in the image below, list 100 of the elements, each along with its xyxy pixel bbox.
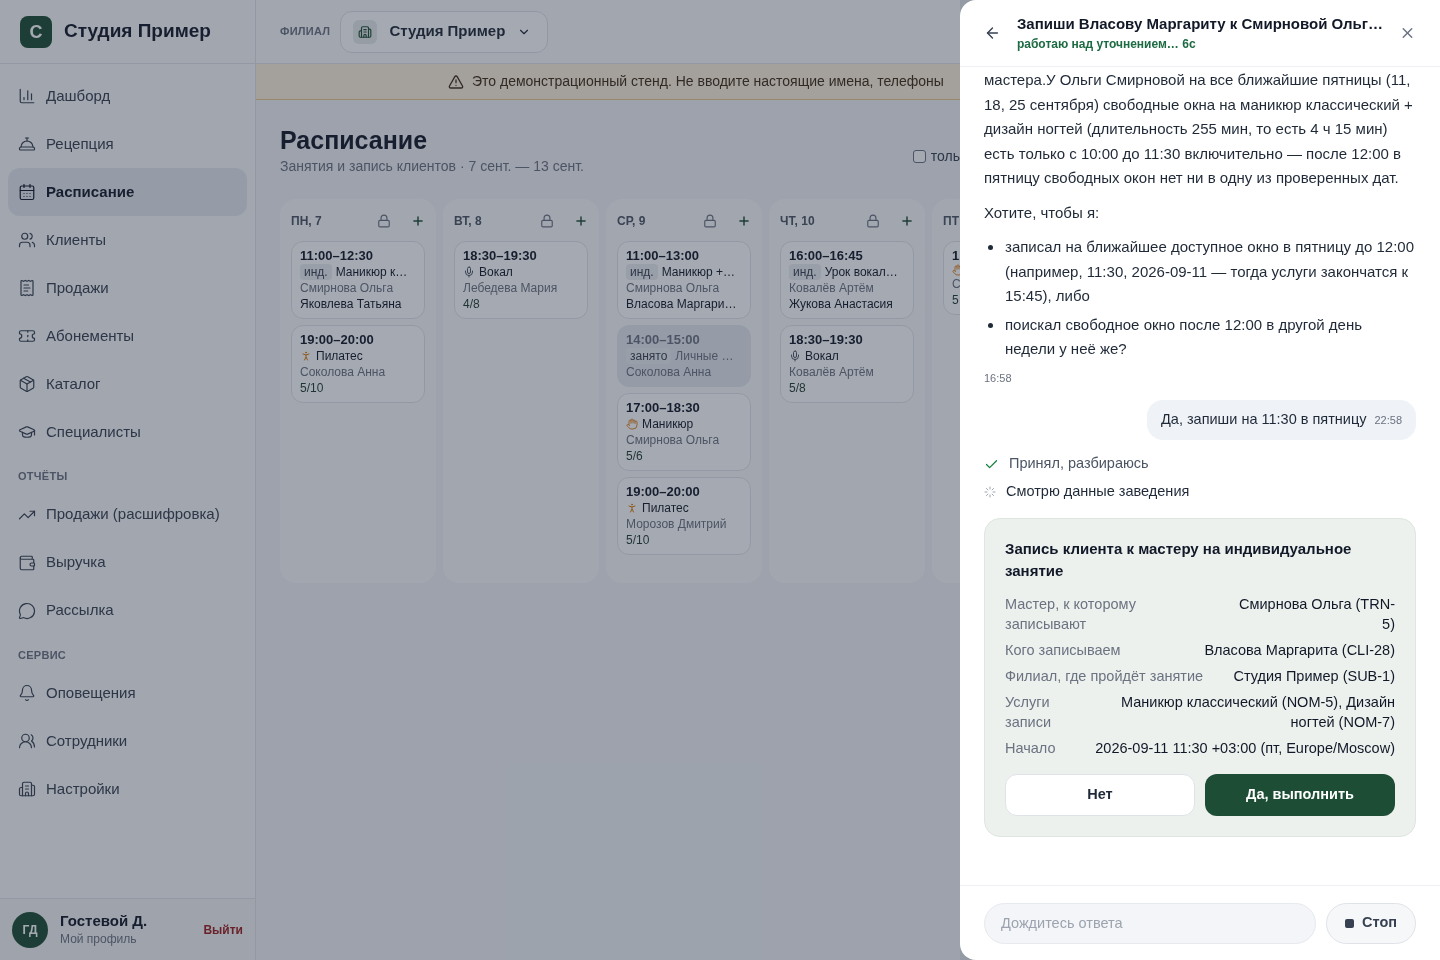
nav-item[interactable]: Продажи xyxy=(8,264,247,312)
event-tag: инд. xyxy=(300,264,332,280)
user-name: Гостевой Д. xyxy=(60,912,149,931)
field-value: Смирнова Ольга (TRN-5) xyxy=(1238,595,1395,634)
event-card[interactable]: 19:00–20:00 Пилатес Соколова Анна 5/10 xyxy=(291,325,425,403)
event-trainer: Смирнова Ольга xyxy=(626,280,721,296)
bullet-icon xyxy=(988,245,993,250)
decline-button[interactable]: Нет xyxy=(1005,774,1195,816)
message-time: 16:58 xyxy=(984,370,1013,386)
back-icon[interactable] xyxy=(984,24,1001,42)
nav-section-title: ОТЧЁТЫ xyxy=(17,469,69,484)
event-time: 11:00–13:00 xyxy=(626,248,700,264)
field-value: Маникюр классический (NOM-5), Дизайн ногтей (NOM-7) xyxy=(1120,693,1395,732)
message-time: 22:58 xyxy=(1374,412,1402,428)
nav-item[interactable]: Продажи (расшифровка) xyxy=(8,490,247,539)
event-title: Маникюр +… xyxy=(661,264,736,280)
branch-label: ФИЛИАЛ xyxy=(280,24,331,40)
brand-logo: С xyxy=(20,15,52,48)
page-title: Расписание xyxy=(280,125,429,156)
event-card[interactable]: 11:00–13:00 инд. Маникюр +… Смирнова Ольга Власова Маргари… xyxy=(617,241,751,319)
user-avatar: ГД xyxy=(12,911,48,948)
event-card[interactable]: 16:00–16:45 инд. Урок вокал… Ковалёв Артём Жукова Анастасия xyxy=(780,241,914,319)
event-trainer: С xyxy=(952,276,960,292)
wallet-icon xyxy=(18,553,36,572)
stop-button[interactable]: Стоп xyxy=(1326,902,1416,944)
warning-icon xyxy=(448,73,464,90)
event-time: 11:00–12:30 xyxy=(300,248,374,264)
event-title: Личные … xyxy=(675,348,734,364)
filter-checkbox[interactable]: толь xyxy=(912,146,960,167)
lock-icon[interactable] xyxy=(377,214,391,228)
nav-item[interactable]: Выручка xyxy=(8,538,247,587)
ticket-icon xyxy=(18,327,36,345)
event-count: 5/10 xyxy=(626,532,651,548)
logout-button[interactable]: Выйти xyxy=(203,921,243,938)
checkbox[interactable] xyxy=(912,150,926,163)
event-card[interactable]: 14:00–15:00 занято Личные … Соколова Анна xyxy=(617,325,751,387)
event-time: 19:00–20:00 xyxy=(300,332,375,348)
field-value: Студия Пример (SUB-1) xyxy=(1233,667,1395,686)
event-time: 17:00–18:30 xyxy=(626,400,701,416)
event-time: 1 xyxy=(952,248,960,264)
nav-item[interactable]: Дашборд xyxy=(8,72,247,120)
event-title: Вокал xyxy=(805,348,839,364)
nav-item[interactable]: Рецепция xyxy=(8,120,247,168)
nav-item[interactable]: Расписание xyxy=(8,168,247,216)
event-trainer: Соколова Анна xyxy=(626,364,713,380)
lock-icon[interactable] xyxy=(866,214,880,228)
bell-desk-icon xyxy=(18,135,36,153)
event-card[interactable]: 19:00–20:00 Пилатес Морозов Дмитрий 5/10 xyxy=(617,477,751,555)
event-card[interactable]: 18:30–19:30 Вокал Ковалёв Артём 5/8 xyxy=(780,325,914,403)
nav-item[interactable]: Специалисты xyxy=(8,408,247,456)
event-count: 5/8 xyxy=(789,380,807,396)
event-card[interactable]: 17:00–18:30 Маникюр Смирнова Ольга 5/6 xyxy=(617,393,751,471)
building-icon xyxy=(353,19,378,44)
event-count: 5 xyxy=(952,292,960,308)
field-label: Кого записываем xyxy=(1005,641,1121,660)
profile-link[interactable]: Мой профиль xyxy=(60,930,192,947)
stop-icon xyxy=(1345,918,1354,928)
add-icon[interactable] xyxy=(574,214,588,228)
lock-icon[interactable] xyxy=(703,214,717,228)
event-trainer: Ковалёв Артём xyxy=(789,280,875,296)
add-icon[interactable] xyxy=(411,214,425,228)
assistant-option: поискал свободное окно после 12:00 в другой день недели у неё же? xyxy=(1005,312,1416,362)
graduation-cap-icon xyxy=(18,423,36,441)
nav-item[interactable]: Каталог xyxy=(8,360,247,408)
event-client: Яковлева Татьяна xyxy=(300,296,403,312)
nav-item[interactable]: Рассылка xyxy=(8,586,247,635)
add-icon[interactable] xyxy=(900,214,914,228)
nav-item[interactable]: Абонементы xyxy=(8,312,247,360)
event-trainer: Ковалёв Артём xyxy=(789,364,875,380)
day-label: ВТ, 8 xyxy=(454,213,483,230)
nav-item[interactable]: Сотрудники xyxy=(8,717,247,765)
figure-icon xyxy=(626,502,638,514)
event-card[interactable]: 11:00–12:30 инд. Маникюр к… Смирнова Ольга Яковлева Татьяна xyxy=(291,241,425,319)
banner-text: Это демонстрационный стенд. Не вводите настоящие имена, телефоны xyxy=(472,72,944,91)
nav-item[interactable]: Оповещения xyxy=(8,669,247,717)
event-title: Пилатес xyxy=(316,348,363,364)
chart-icon xyxy=(18,87,36,105)
event-count: 4/8 xyxy=(463,296,481,312)
branch-select[interactable]: Студия Пример xyxy=(340,10,549,53)
nav-item[interactable]: Настройки xyxy=(8,765,247,813)
users-icon xyxy=(18,231,36,249)
event-time: 16:00–16:45 xyxy=(789,248,864,264)
event-trainer: Лебедева Мария xyxy=(463,280,559,296)
nav-item[interactable]: Клиенты xyxy=(8,216,247,264)
field-label: Филиал, где пройдёт занятие xyxy=(1005,667,1204,686)
hand-icon xyxy=(626,418,638,430)
box-icon xyxy=(18,375,36,393)
bell-icon xyxy=(18,684,36,702)
confirm-button[interactable]: Да, выполнить xyxy=(1205,774,1395,816)
add-icon[interactable] xyxy=(737,214,751,228)
microphone-icon xyxy=(789,350,801,362)
event-tag: инд. xyxy=(789,264,821,280)
day-label: СР, 9 xyxy=(617,213,647,230)
event-title: Маникюр xyxy=(642,416,694,432)
lock-icon[interactable] xyxy=(540,214,554,228)
event-title: Вокал xyxy=(479,264,513,280)
event-card[interactable]: 18:30–19:30 Вокал Лебедева Мария 4/8 xyxy=(454,241,588,319)
user-message-text: Да, запиши на 11:30 в пятницу xyxy=(1161,410,1367,430)
event-count: 5/10 xyxy=(300,380,325,396)
event-card[interactable]: 1 С 5 xyxy=(943,241,960,315)
